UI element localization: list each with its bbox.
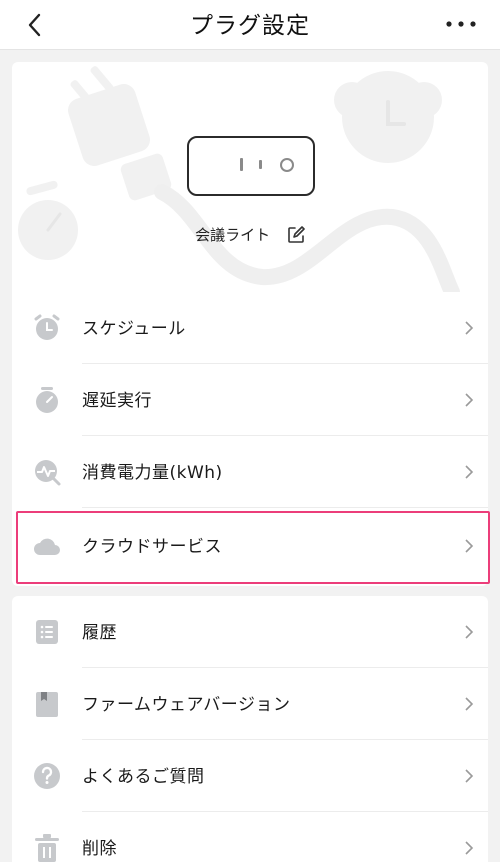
menu-label: 遅延実行 xyxy=(82,391,152,411)
chevron-right-icon xyxy=(465,841,474,855)
plug-device-icon xyxy=(187,136,315,196)
page-title: プラグ設定 xyxy=(190,13,310,39)
menu-label: 履歴 xyxy=(82,623,117,643)
alarm-clock-icon xyxy=(34,314,60,340)
trash-icon xyxy=(35,834,59,862)
device-hero: 会議ライト xyxy=(12,62,488,292)
top-navigation-bar: プラグ設定 xyxy=(0,0,500,50)
menu-item-power-consumption[interactable]: 消費電力量(kWh) xyxy=(12,436,488,508)
list-icon xyxy=(36,620,58,644)
menu-item-schedule[interactable]: スケジュール xyxy=(12,292,488,364)
menu-item-history[interactable]: 履歴 xyxy=(12,596,488,668)
menu-item-faq[interactable]: よくあるご質問 xyxy=(12,740,488,812)
divider xyxy=(82,507,488,508)
timer-icon xyxy=(36,387,58,413)
highlight-frame xyxy=(16,511,490,584)
chevron-right-icon xyxy=(465,393,474,407)
menu-item-firmware-version[interactable]: ファームウェアバージョン xyxy=(12,668,488,740)
menu-label: 削除 xyxy=(82,839,117,859)
plug-socket-icon xyxy=(240,158,294,172)
menu-label: ファームウェアバージョン xyxy=(82,695,291,715)
edit-icon[interactable] xyxy=(287,225,305,244)
menu-label: 消費電力量(kWh) xyxy=(82,463,223,483)
more-horizontal-icon[interactable] xyxy=(444,12,478,36)
device-settings-card: 会議ライト スケジュール 遅延実行 消費電力量(kWh) クラウドサービス xyxy=(12,62,488,586)
chevron-right-icon xyxy=(465,769,474,783)
menu-label: スケジュール xyxy=(82,319,186,339)
menu-item-delete[interactable]: 削除 xyxy=(12,812,488,862)
device-name-row: 会議ライト xyxy=(12,224,488,245)
menu-item-delay[interactable]: 遅延実行 xyxy=(12,364,488,436)
device-info-card: 履歴 ファームウェアバージョン よくあるご質問 削除 xyxy=(12,596,488,862)
chevron-right-icon xyxy=(465,321,474,335)
chevron-right-icon xyxy=(465,625,474,639)
book-icon xyxy=(36,692,58,717)
menu-label: よくあるご質問 xyxy=(82,767,205,787)
help-icon xyxy=(34,763,60,789)
activity-chart-icon xyxy=(35,460,61,486)
chevron-right-icon xyxy=(465,465,474,479)
device-name: 会議ライト xyxy=(195,226,271,244)
chevron-right-icon xyxy=(465,697,474,711)
